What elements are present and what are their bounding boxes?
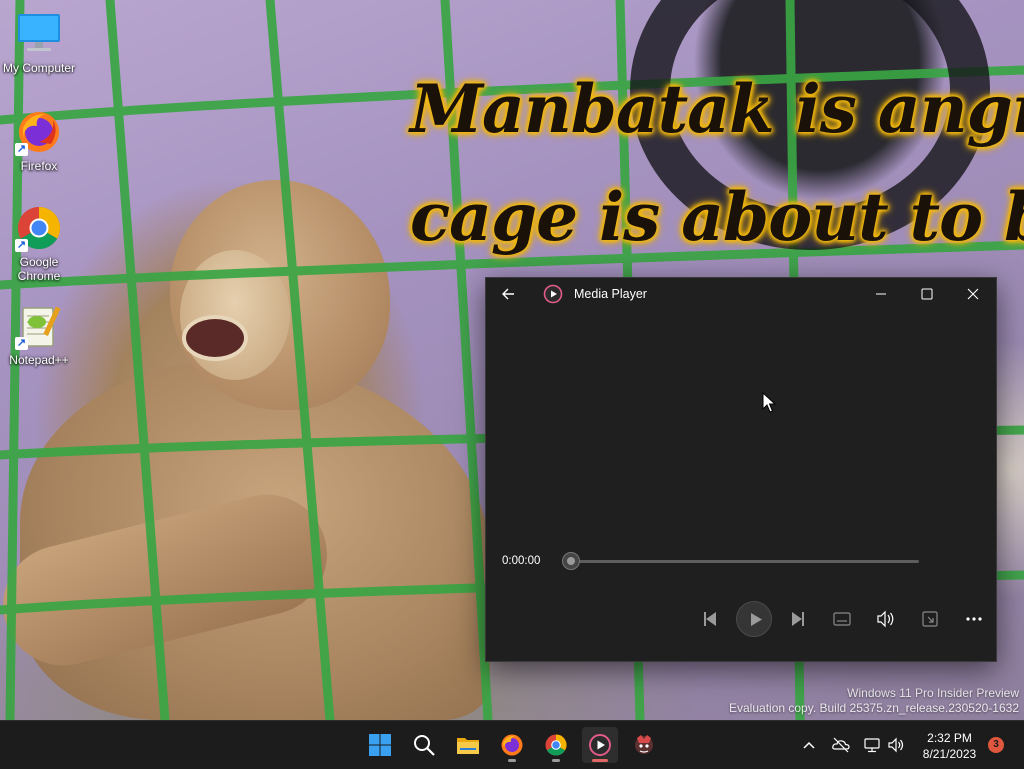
media-player-window[interactable]: Media Player 0:00:00	[485, 277, 997, 662]
taskbar-chrome[interactable]	[538, 727, 574, 763]
video-caption-line-2: cage is about to be pai	[410, 178, 1024, 256]
shortcut-arrow-icon: ↗	[15, 337, 28, 350]
firefox-icon: ↗	[15, 108, 63, 156]
notepadpp-icon: ↗	[15, 302, 63, 350]
clock-time: 2:32 PM	[927, 731, 972, 745]
volume-icon[interactable]	[870, 603, 902, 635]
mouse-cursor-icon	[762, 392, 776, 413]
running-indicator	[508, 759, 516, 762]
taskbar-firefox[interactable]	[494, 727, 530, 763]
desktop-icon-label: Google Chrome	[17, 255, 61, 283]
chrome-icon: ↗	[15, 204, 63, 252]
folder-icon	[457, 738, 479, 754]
shortcut-arrow-icon: ↗	[15, 143, 28, 156]
desktop-icon-my-computer[interactable]: My Computer	[1, 10, 77, 75]
chrome-icon	[545, 734, 567, 756]
media-player-app-icon	[543, 284, 563, 304]
play-button[interactable]	[736, 601, 772, 637]
onedrive-offline-icon[interactable]	[831, 735, 851, 755]
back-arrow-icon[interactable]	[496, 284, 522, 304]
active-indicator	[592, 759, 608, 762]
search-button[interactable]	[406, 727, 442, 763]
desktop-icon-notepad-plus-plus[interactable]: ↗ Notepad++	[1, 302, 77, 367]
previous-track-button[interactable]	[694, 603, 726, 635]
windows-watermark: Windows 11 Pro Insider Preview Evaluatio…	[729, 686, 1019, 716]
video-area[interactable]	[486, 310, 996, 540]
maximize-button[interactable]	[904, 278, 950, 310]
taskbar-app[interactable]	[626, 727, 662, 763]
firefox-icon	[501, 734, 523, 756]
taskbar: 2:32 PM 8/21/2023 3	[0, 720, 1024, 769]
minimize-button[interactable]	[858, 278, 904, 310]
seek-thumb[interactable]	[562, 552, 580, 570]
close-button[interactable]	[950, 278, 996, 310]
mini-view-icon[interactable]	[914, 603, 946, 635]
desktop-icon-label: Firefox	[20, 159, 58, 173]
show-hidden-icons-chevron-up-icon[interactable]	[799, 735, 819, 755]
running-indicator	[552, 759, 560, 762]
shortcut-arrow-icon: ↗	[15, 239, 28, 252]
taskbar-file-explorer[interactable]	[450, 727, 486, 763]
captions-icon[interactable]	[826, 603, 858, 635]
seek-bar[interactable]	[571, 560, 919, 563]
speaker-volume-icon[interactable]	[886, 735, 906, 755]
desktop-icon-google-chrome[interactable]: ↗ Google Chrome	[1, 204, 77, 283]
windows-logo-icon	[369, 734, 391, 756]
network-icon[interactable]	[862, 735, 882, 755]
desktop-icon-firefox[interactable]: ↗ Firefox	[1, 108, 77, 173]
search-icon	[414, 735, 435, 756]
more-options-icon[interactable]	[958, 603, 990, 635]
clock-date: 8/21/2023	[922, 747, 977, 761]
media-player-titlebar[interactable]: Media Player	[486, 278, 996, 310]
start-button[interactable]	[362, 727, 398, 763]
video-caption-line-1: Manbatak is angry the	[410, 70, 1024, 148]
app-icon	[635, 735, 653, 754]
elapsed-time: 0:00:00	[502, 555, 541, 567]
taskbar-media-player[interactable]	[582, 727, 618, 763]
next-track-button[interactable]	[782, 603, 814, 635]
desktop-icon-label: My Computer	[2, 61, 76, 75]
notification-badge[interactable]: 3	[988, 737, 1004, 753]
desktop-icon-label: Notepad++	[9, 353, 69, 367]
computer-icon	[15, 10, 63, 58]
watermark-build: Evaluation copy. Build 25375.zn_release.…	[729, 701, 1019, 715]
system-clock[interactable]: 2:32 PM 8/21/2023	[912, 730, 987, 762]
watermark-edition: Windows 11 Pro Insider Preview	[847, 686, 1019, 700]
window-title: Media Player	[574, 287, 647, 301]
media-player-icon	[589, 734, 611, 756]
